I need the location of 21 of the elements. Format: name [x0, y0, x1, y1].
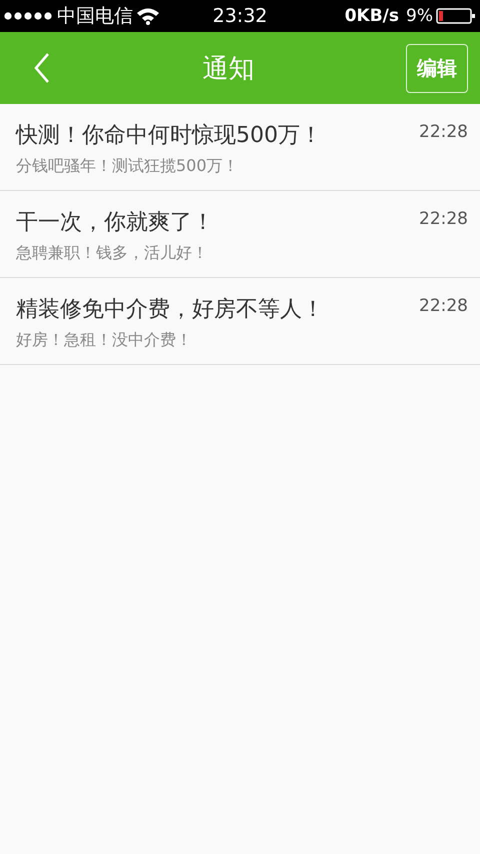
notification-summary: 好房！急租！没中介费！	[16, 330, 193, 351]
notification-title: 干一次，你就爽了！	[16, 209, 214, 237]
clock-time: 23:32	[212, 5, 268, 27]
back-icon[interactable]	[33, 52, 51, 84]
battery-icon	[436, 8, 476, 24]
carrier-name: 中国电信	[57, 4, 133, 29]
wifi-icon	[136, 7, 160, 25]
notification-item[interactable]: 快测！你命中何时惊现500万！ 分钱吧骚年！测试狂揽500万！ 22:28	[0, 104, 480, 191]
notification-summary: 急聘兼职！钱多，活儿好！	[16, 243, 209, 264]
notification-summary: 分钱吧骚年！测试狂揽500万！	[16, 156, 240, 177]
notification-time: 22:28	[419, 122, 468, 142]
notification-time: 22:28	[419, 296, 468, 316]
notification-item[interactable]: 精装修免中介费，好房不等人！ 好房！急租！没中介费！ 22:28	[0, 278, 480, 365]
battery-percent: 9%	[406, 6, 433, 26]
network-speed: 0KB/s	[344, 6, 399, 26]
notification-time: 22:28	[419, 209, 468, 229]
page-title: 通知	[202, 52, 254, 86]
notification-title: 快测！你命中何时惊现500万！	[16, 122, 322, 150]
notification-item[interactable]: 干一次，你就爽了！ 急聘兼职！钱多，活儿好！ 22:28	[0, 191, 480, 278]
signal-icon	[4, 12, 54, 20]
notification-title: 精装修免中介费，好房不等人！	[16, 296, 324, 324]
